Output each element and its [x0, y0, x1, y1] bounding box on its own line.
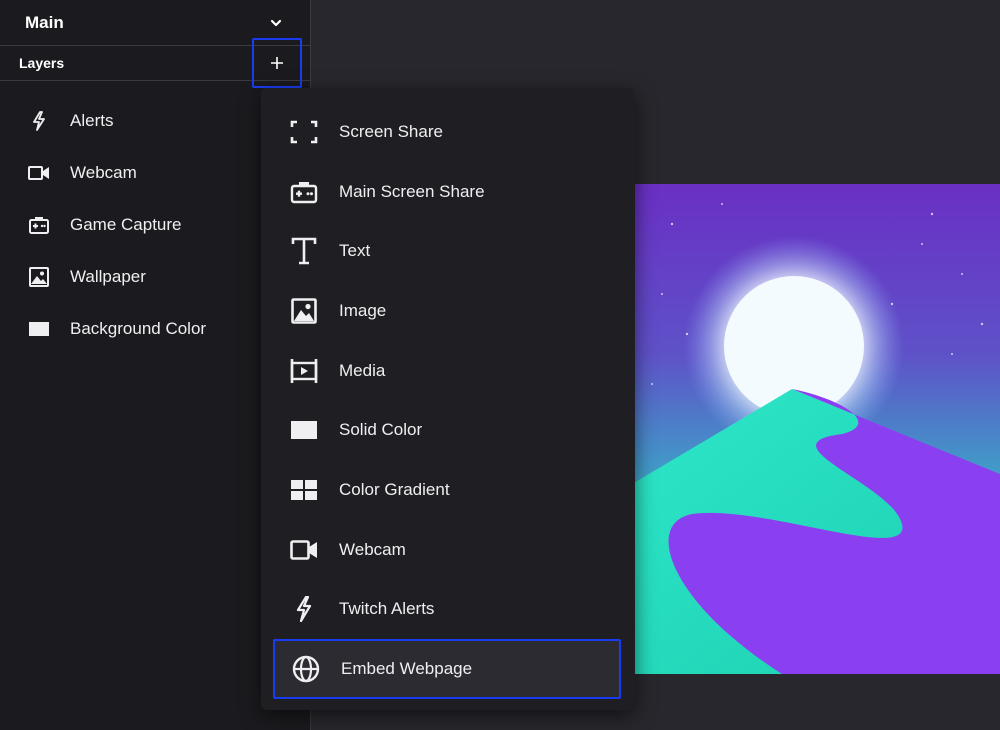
layer-label: Game Capture — [70, 215, 182, 234]
menu-item-solid-color[interactable]: Solid Color — [261, 400, 635, 460]
menu-item-webcam[interactable]: Webcam — [261, 520, 635, 580]
add-layer-button[interactable] — [252, 38, 302, 88]
menu-item-main-screen-share[interactable]: Main Screen Share — [261, 162, 635, 222]
layer-label: Background Color — [70, 319, 207, 338]
chevron-down-icon[interactable] — [270, 17, 282, 29]
menu-item-label: Twitch Alerts — [339, 599, 435, 619]
wallpaper-image — [632, 184, 1000, 674]
color-gradient-icon — [289, 475, 319, 505]
webcam-icon — [289, 535, 319, 565]
scene-title: Main — [25, 12, 64, 32]
menu-item-label: Embed Webpage — [341, 659, 473, 679]
image-icon — [28, 266, 50, 288]
menu-item-text[interactable]: Text — [261, 221, 635, 281]
main-screen-share-icon — [289, 177, 319, 207]
menu-item-media[interactable]: Media — [261, 341, 635, 401]
menu-item-label: Color Gradient — [339, 479, 450, 499]
webcam-icon — [28, 162, 50, 184]
layer-label: Alerts — [70, 111, 114, 130]
plus-icon — [271, 57, 283, 69]
menu-item-twitch-alerts[interactable]: Twitch Alerts — [261, 580, 635, 640]
globe-icon — [291, 654, 321, 684]
menu-item-color-gradient[interactable]: Color Gradient — [261, 460, 635, 520]
menu-item-image[interactable]: Image — [261, 281, 635, 341]
add-layer-menu: Screen Share Main Screen Share Text Imag… — [261, 88, 635, 710]
menu-item-label: Media — [339, 360, 386, 380]
scene-preview-wallpaper — [632, 184, 1000, 674]
solid-color-icon — [28, 318, 50, 340]
game-capture-icon — [28, 214, 50, 236]
layers-title: Layers — [19, 55, 65, 71]
layer-label: Webcam — [70, 163, 137, 182]
menu-item-label: Text — [339, 241, 371, 261]
menu-item-screen-share[interactable]: Screen Share — [261, 102, 635, 162]
solid-color-icon — [289, 415, 319, 445]
menu-item-label: Webcam — [339, 539, 406, 559]
menu-item-label: Image — [339, 300, 387, 320]
screen-share-icon — [289, 117, 319, 147]
media-icon — [289, 356, 319, 386]
text-icon — [289, 236, 319, 266]
menu-item-label: Main Screen Share — [339, 181, 485, 201]
menu-item-label: Solid Color — [339, 420, 423, 440]
image-icon — [289, 296, 319, 326]
lightning-icon — [289, 594, 319, 624]
layers-header: Layers — [0, 38, 310, 88]
menu-item-embed-webpage[interactable]: Embed Webpage — [273, 639, 621, 699]
lightning-icon — [28, 110, 50, 132]
menu-item-label: Screen Share — [339, 121, 443, 141]
layer-label: Wallpaper — [70, 267, 146, 286]
